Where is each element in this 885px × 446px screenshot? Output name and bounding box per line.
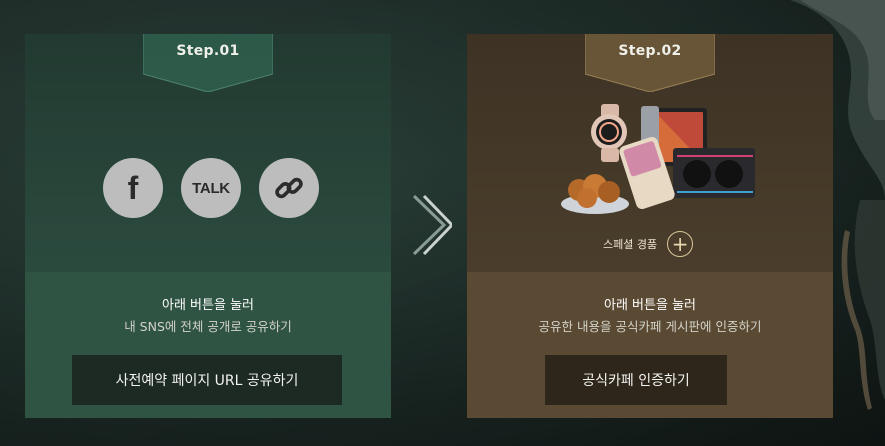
cafe-verify-button[interactable]: 공식카페 인증하기 (545, 355, 727, 405)
share-url-button[interactable]: 사전예약 페이지 URL 공유하기 (72, 355, 342, 405)
copy-link-button[interactable] (259, 158, 319, 218)
facebook-share-button[interactable]: f (103, 158, 163, 218)
step2-card: Step.02 스페셜 경품 + 아래 버튼을 눌러 공유한 내용을 공식카페 … (467, 34, 833, 418)
step2-badge-label: Step.02 (618, 43, 682, 59)
plus-icon[interactable]: + (667, 231, 694, 257)
step1-bottom-panel: 아래 버튼을 눌러 내 SNS에 전체 공개로 공유하기 사전예약 페이지 UR… (25, 272, 391, 418)
step1-desc-line2: 내 SNS에 전체 공개로 공유하기 (124, 319, 292, 334)
step1-desc-line1: 아래 버튼을 눌러 (162, 298, 254, 313)
step2-bottom-panel: 아래 버튼을 눌러 공유한 내용을 공식카페 게시판에 인증하기 공식카페 인증… (467, 272, 833, 418)
step2-desc-line2: 공유한 내용을 공식카페 게시판에 인증하기 (538, 319, 762, 334)
prize-products-image (561, 104, 755, 214)
step1-badge-label: Step.01 (176, 43, 240, 59)
facebook-icon: f (127, 170, 139, 206)
special-prize-label: 스페셜 경품 (603, 238, 658, 251)
step1-card: Step.01 f TALK 아래 버튼을 눌러 내 SNS에 전체 공개로 공… (25, 34, 391, 418)
special-prize-row: 스페셜 경품 + (603, 230, 694, 258)
link-icon (275, 177, 303, 199)
chevron-right-icon (412, 194, 452, 256)
step2-badge: Step.02 (585, 34, 715, 92)
kakaotalk-icon: TALK (192, 179, 230, 197)
step1-badge: Step.01 (143, 34, 273, 92)
step2-desc-line1: 아래 버튼을 눌러 (604, 298, 696, 313)
kakaotalk-share-button[interactable]: TALK (181, 158, 241, 218)
share-buttons: f TALK (103, 158, 323, 220)
